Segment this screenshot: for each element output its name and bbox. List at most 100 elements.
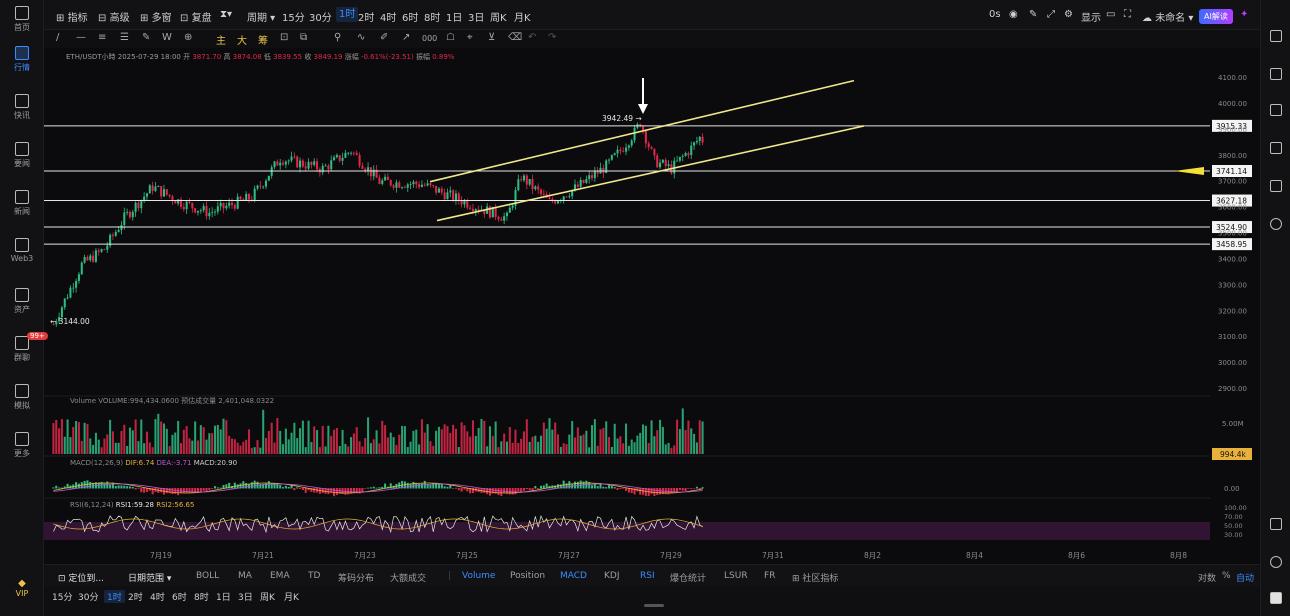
fib-tool-icon[interactable]: ☰	[120, 32, 129, 43]
copy-tool-icon[interactable]: ⧉	[300, 32, 307, 43]
nav-chat[interactable]: 群聊 99+	[0, 332, 48, 363]
tf-8h[interactable]: 8时	[194, 590, 209, 603]
nav-market[interactable]: 行情	[0, 46, 44, 73]
nav-assets[interactable]: 资产	[0, 288, 44, 315]
measure-tool-icon[interactable]: ⊕	[184, 32, 192, 43]
tf-week[interactable]: 周K	[260, 590, 275, 603]
pencil-tool-icon[interactable]: ✐	[380, 32, 388, 43]
tf-1d[interactable]: 1日	[216, 590, 231, 603]
wave-tool-icon[interactable]: W	[162, 32, 172, 43]
redo-icon[interactable]: ↷	[548, 32, 556, 43]
help-icon[interactable]	[1270, 556, 1282, 568]
delete-tool-icon[interactable]: ⌫	[508, 32, 522, 43]
target-tool-icon[interactable]: ⌖	[467, 32, 473, 43]
indicator-td[interactable]: TD	[308, 571, 320, 581]
mascot-icon[interactable]	[1270, 592, 1282, 604]
nav-more[interactable]: 更多	[0, 432, 44, 459]
arrow-tool-icon[interactable]: ↗	[402, 32, 410, 43]
kline-chart[interactable]: 3915.333741.143627.183524.903458.95 4100…	[44, 48, 1260, 564]
channel-tool-icon[interactable]: ≡	[98, 32, 106, 43]
price-label-tool[interactable]: 000	[422, 34, 437, 43]
tf-4h[interactable]: 4时	[150, 590, 165, 603]
curve-tool-icon[interactable]: ∿	[357, 32, 365, 43]
calculator-icon[interactable]	[1270, 180, 1282, 192]
tf-30m[interactable]: 30分	[78, 590, 98, 603]
nav-flash-news[interactable]: 快讯	[0, 94, 44, 121]
period-dropdown[interactable]: 周期 ▾	[247, 9, 275, 24]
date-range-dropdown[interactable]: 日期范围 ▾	[128, 571, 171, 584]
log-scale-toggle[interactable]: 对数	[1198, 571, 1216, 584]
screen-icon[interactable]	[1270, 142, 1282, 154]
auto-scale-toggle[interactable]: 自动	[1236, 571, 1254, 584]
expand-icon[interactable]: ⤢	[1047, 9, 1055, 20]
cloud-save-button[interactable]: ☁ 未命名 ▾	[1142, 9, 1193, 24]
nav-headlines[interactable]: 要闻	[0, 142, 44, 169]
indicator-position[interactable]: Position	[510, 571, 545, 581]
brush-tool-icon[interactable]: ✎	[142, 32, 150, 43]
indicator-macd[interactable]: MACD	[560, 571, 587, 581]
drag-handle[interactable]	[644, 604, 664, 607]
period-3d[interactable]: 3日	[468, 9, 484, 24]
undo-icon[interactable]: ↶	[528, 32, 536, 43]
horizontal-line-tool-icon[interactable]: —	[76, 32, 86, 43]
magnet-tool-icon[interactable]: ⊡	[280, 32, 288, 43]
camera-icon[interactable]: ◉	[1009, 9, 1018, 20]
period-month[interactable]: 月K	[514, 9, 531, 24]
period-8h[interactable]: 8时	[424, 9, 440, 24]
tf-month[interactable]: 月K	[284, 590, 299, 603]
indicator-chips[interactable]: 筹码分布	[338, 571, 374, 584]
fullscreen-icon[interactable]: ⛶	[1124, 9, 1131, 20]
zoom-tool-icon[interactable]: ⚲	[334, 32, 341, 43]
indicator-volume[interactable]: Volume	[462, 571, 495, 581]
period-30m[interactable]: 30分	[309, 9, 332, 24]
layout-icon[interactable]: ▭	[1106, 9, 1115, 20]
vip-button[interactable]: ◆ VIP	[14, 578, 30, 598]
nav-home[interactable]: 首页	[0, 6, 44, 33]
indicator-community[interactable]: ⊞ 社区指标	[792, 571, 838, 584]
display-button[interactable]: 显示	[1081, 9, 1101, 24]
tf-2h[interactable]: 2时	[128, 590, 143, 603]
indicator-kdj[interactable]: KDJ	[604, 571, 620, 581]
advanced-button[interactable]: ⊟ 高级	[98, 9, 130, 24]
indicator-liquidation[interactable]: 爆仓统计	[670, 571, 706, 584]
period-2h[interactable]: 2时	[358, 9, 374, 24]
orderbook-icon[interactable]	[1270, 30, 1282, 42]
ruler-tool-icon[interactable]: ☖	[446, 32, 455, 43]
tf-1h[interactable]: 1时	[104, 590, 125, 603]
tf-6h[interactable]: 6时	[172, 590, 187, 603]
period-4h[interactable]: 4时	[380, 9, 396, 24]
ai-settings-icon[interactable]: ✦	[1240, 9, 1248, 20]
settings-icon[interactable]: ⚙	[1064, 9, 1073, 20]
ai-interpret-button[interactable]: AI解读	[1199, 9, 1233, 24]
indicator-fr[interactable]: FR	[764, 571, 775, 581]
tf-15m[interactable]: 15分	[52, 590, 72, 603]
percent-scale-toggle[interactable]: %	[1222, 571, 1231, 581]
panel-icon[interactable]	[1270, 518, 1282, 530]
nav-simulate[interactable]: 模拟	[0, 384, 44, 411]
main-force-tool[interactable]: 主	[216, 32, 226, 47]
period-1h[interactable]: 1时	[336, 7, 359, 22]
period-week[interactable]: 周K	[490, 9, 507, 24]
edit-icon[interactable]: ✎	[1029, 9, 1037, 20]
nav-web3[interactable]: Web3	[0, 238, 44, 263]
trendline-tool-icon[interactable]: /	[56, 32, 59, 43]
tf-3d[interactable]: 3日	[238, 590, 253, 603]
period-15m[interactable]: 15分	[282, 9, 305, 24]
indicator-ema[interactable]: EMA	[270, 571, 290, 581]
indicators-button[interactable]: ⊞ 指标	[56, 9, 88, 24]
indicator-large-trades[interactable]: 大额成交	[390, 571, 426, 584]
locate-button[interactable]: ⊡ 定位到...	[58, 571, 104, 584]
large-order-tool[interactable]: 大	[237, 32, 247, 47]
period-6h[interactable]: 6时	[402, 9, 418, 24]
replay-button[interactable]: ⊡ 复盘	[180, 9, 212, 24]
indicator-rsi[interactable]: RSI	[640, 571, 655, 581]
indicator-boll[interactable]: BOLL	[196, 571, 219, 581]
chips-tool[interactable]: 筹	[258, 32, 268, 47]
indicator-lsur[interactable]: LSUR	[724, 571, 748, 581]
history-icon[interactable]	[1270, 218, 1282, 230]
multi-window-button[interactable]: ⊞ 多窗	[140, 9, 172, 24]
nav-newspaper[interactable]: 新闻	[0, 190, 44, 217]
filter-tool-icon[interactable]: ⊻	[488, 32, 495, 43]
indicator-ma[interactable]: MA	[238, 571, 252, 581]
chart-type-button[interactable]: ⧗▾	[220, 9, 232, 20]
